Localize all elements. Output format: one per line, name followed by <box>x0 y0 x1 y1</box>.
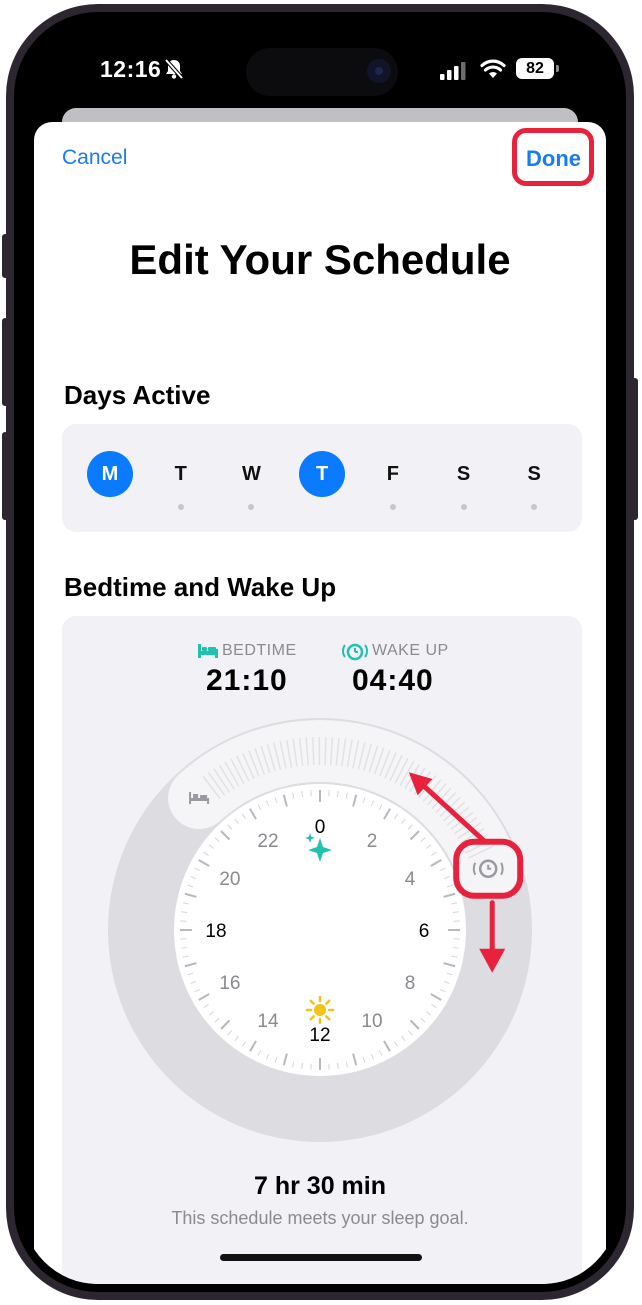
sun-icon <box>305 995 335 1025</box>
front-camera <box>367 59 391 83</box>
day-indicator-dot <box>531 504 538 510</box>
home-indicator[interactable] <box>220 1254 422 1261</box>
wakeup-value: 04:40 <box>352 664 434 697</box>
status-bar: 12:16 82 <box>22 20 618 120</box>
screen: 12:16 82 Cancel Done Edit Your Schedule <box>22 20 618 1284</box>
bedtime-label: BEDTIME <box>222 642 297 659</box>
volume-up-button <box>2 318 8 406</box>
clock-number: 8 <box>405 973 416 994</box>
page-title: Edit Your Schedule <box>129 236 511 283</box>
days-active-heading: Days Active <box>64 380 211 410</box>
battery-icon: 82 <box>516 58 554 79</box>
done-highlight-annotation <box>512 128 594 186</box>
sleep-duration: 7 hr 30 min <box>254 1172 386 1200</box>
clock-number: 14 <box>257 1011 279 1032</box>
day-toggle-3[interactable]: T <box>299 451 346 497</box>
wifi-icon <box>480 59 506 78</box>
clock-number: 16 <box>219 973 240 994</box>
day-indicator-dot <box>177 504 184 510</box>
bedtime-value: 21:10 <box>206 664 288 697</box>
clock-number: 22 <box>257 831 278 852</box>
volume-down-button <box>2 432 8 520</box>
clock-number: 4 <box>405 869 416 890</box>
day-toggle-0[interactable]: M <box>87 451 133 497</box>
sleep-goal-text: This schedule meets your sleep goal. <box>171 1208 469 1228</box>
day-indicator-dot <box>248 504 255 510</box>
day-toggle-5[interactable]: S <box>441 451 487 497</box>
power-button <box>632 378 638 520</box>
day-toggle-6[interactable]: S <box>511 451 557 497</box>
clock-number: 10 <box>361 1011 382 1032</box>
status-time: 12:16 <box>100 56 162 82</box>
sun-core <box>314 1004 326 1016</box>
day-toggle-1[interactable]: T <box>158 451 204 497</box>
battery-cap <box>556 65 559 72</box>
cancel-button[interactable]: Cancel <box>62 146 127 170</box>
alarm-icon <box>342 643 368 661</box>
day-indicator-dot <box>460 504 467 510</box>
clock-number: 12 <box>309 1025 330 1046</box>
day-toggle-4[interactable]: F <box>370 451 416 497</box>
day-toggle-2[interactable]: W <box>228 451 274 497</box>
day-indicator-dot <box>389 504 396 510</box>
clock-number: 18 <box>205 921 226 942</box>
sleep-arc-stripe <box>324 737 327 766</box>
battery-level: 82 <box>526 60 544 77</box>
days-active-card: MTWTFSS <box>62 424 582 532</box>
clock-number: 20 <box>219 869 240 890</box>
clock-number: 0 <box>315 817 326 838</box>
bed-icon <box>198 644 218 658</box>
clock-number: 2 <box>367 831 378 852</box>
wakeup-label: WAKE UP <box>372 642 449 659</box>
action-button <box>2 234 8 278</box>
sleep-arc-stripe <box>312 737 315 766</box>
sleep-clock-dial[interactable]: 0 2 4 6 8 10 12 14 16 18 20 22 <box>104 714 536 1146</box>
bedtime-wakeup-heading: Bedtime and Wake Up <box>64 572 337 602</box>
bell-slash-icon <box>164 58 184 80</box>
signal-icon <box>440 62 466 80</box>
clock-number: 6 <box>419 921 430 942</box>
